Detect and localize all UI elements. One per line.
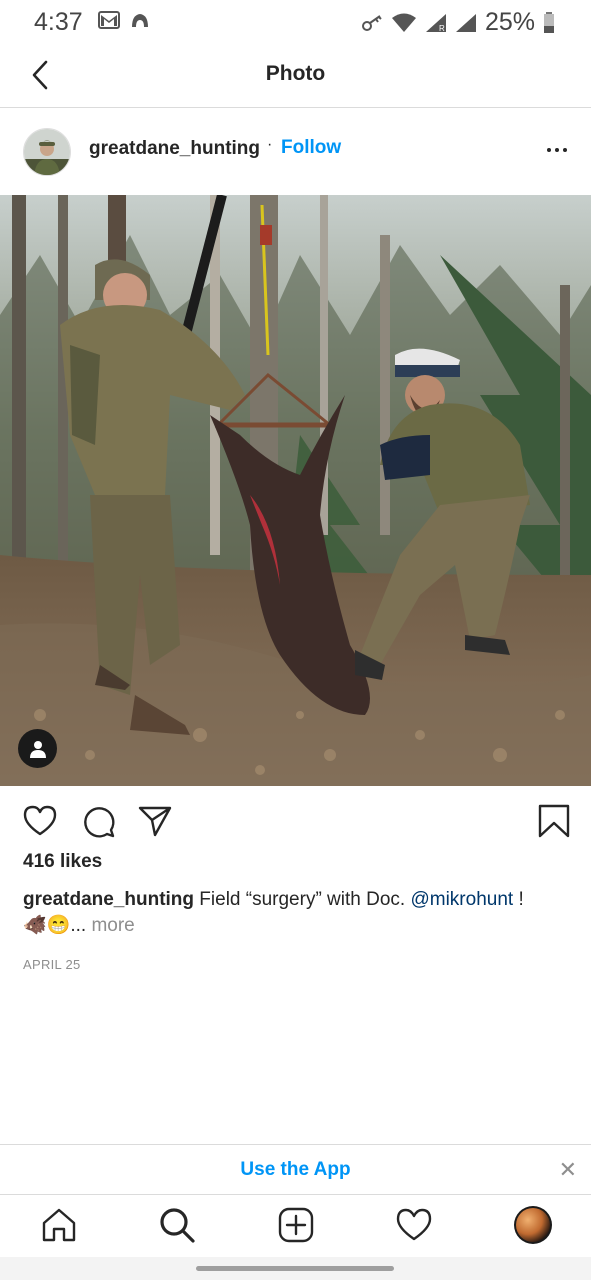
status-left-icons [98,11,150,29]
new-post-icon[interactable] [277,1206,315,1244]
use-app-banner: Use the App ✕ [0,1144,591,1195]
post-header: greatdane_hunting · Follow [0,108,591,194]
caption-ellipsis: ... [70,915,87,936]
heart-icon[interactable] [22,803,58,839]
caption-emoji: 🐗😁 [23,915,71,936]
caption-text: Field “surgery” with Doc. [199,889,406,910]
likes-count[interactable]: 416 likes [23,851,102,873]
bookmark-icon[interactable] [536,803,572,839]
comment-icon[interactable] [80,803,116,839]
post-date: APRIL 25 [23,957,81,972]
more-options-icon[interactable] [547,148,567,152]
close-icon[interactable]: ✕ [559,1157,577,1183]
post-image [0,195,591,786]
notification-icon [132,14,148,27]
caption-more-link[interactable]: more [91,915,134,936]
signal-icon [455,13,476,32]
separator-dot: · [267,136,273,153]
use-app-link[interactable]: Use the App [0,1159,591,1181]
gmail-icon [98,11,120,29]
home-icon[interactable] [40,1206,78,1244]
wifi-icon [391,13,416,32]
share-icon[interactable] [137,803,173,839]
page-title: Photo [265,62,326,85]
caption-text-after: ! [518,889,524,910]
search-icon[interactable] [158,1206,196,1244]
post-photo[interactable] [0,195,591,786]
follow-button[interactable]: Follow [281,137,341,159]
home-bar[interactable] [196,1266,394,1271]
battery-percent: 25% [484,8,535,36]
home-indicator [0,1257,591,1280]
svg-text:R: R [439,24,445,33]
signal-r-icon: R [425,13,446,33]
profile-avatar-icon[interactable] [514,1206,552,1244]
post-caption: greatdane_hunting Field “surgery” with D… [23,887,571,939]
status-bar: 4:37 R 25% [0,0,591,44]
author-username[interactable]: greatdane_hunting [89,138,260,160]
caption-mention[interactable]: @mikrohunt [410,889,513,910]
author-avatar[interactable] [23,128,71,176]
status-time: 4:37 [34,8,83,36]
status-right: R 25% [361,8,555,37]
post-actions [0,787,591,857]
bottom-nav [0,1194,591,1256]
battery-icon [544,11,554,33]
activity-heart-icon[interactable] [395,1206,433,1244]
caption-username[interactable]: greatdane_hunting [23,889,194,910]
key-icon [361,14,382,31]
top-header: Photo [0,44,591,108]
user-tag-icon[interactable] [18,729,57,768]
